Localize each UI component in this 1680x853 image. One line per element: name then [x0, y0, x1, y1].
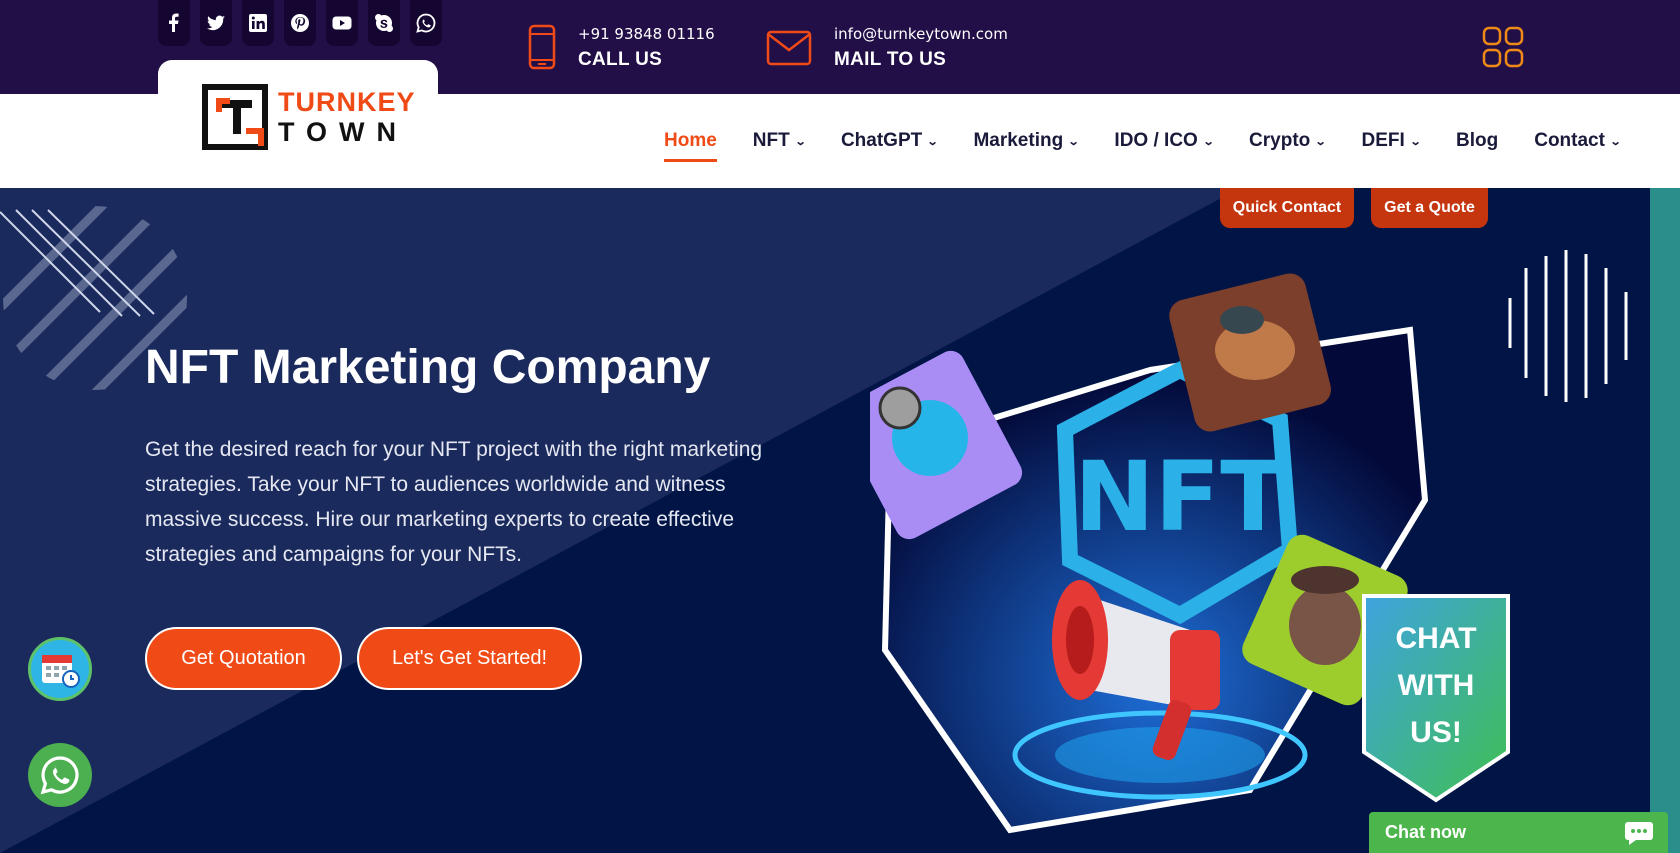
- chevron-down-icon: ⌄: [1314, 135, 1327, 148]
- chevron-down-icon: ⌄: [1067, 135, 1080, 148]
- nav-label: Marketing: [973, 130, 1064, 151]
- nav-item-nft[interactable]: NFT ⌄: [752, 130, 807, 152]
- right-edge-strip: [1650, 188, 1680, 853]
- nav-item-ido-ico[interactable]: IDO / ICO ⌄: [1114, 130, 1215, 152]
- nav-item-crypto[interactable]: Crypto ⌄: [1249, 130, 1327, 152]
- hero-description: Get the desired reach for your NFT proje…: [145, 438, 763, 566]
- nav-label: NFT: [752, 130, 790, 151]
- social-links: [158, 0, 442, 46]
- logo-container: TURNKEY TOWN: [158, 60, 438, 188]
- hero-title: NFT Marketing Company: [145, 341, 711, 394]
- turnkey-town-logo[interactable]: TURNKEY TOWN: [202, 84, 416, 150]
- chat-badge-line: WITH: [1398, 669, 1475, 702]
- phone-icon: [528, 22, 556, 72]
- nft-logo-text: NFT: [1074, 441, 1285, 553]
- nav-label: DEFI: [1361, 130, 1405, 151]
- nav-label: Blog: [1456, 130, 1499, 151]
- get-a-quote-button[interactable]: Get a Quote: [1371, 188, 1488, 228]
- skype-icon[interactable]: [368, 0, 400, 46]
- chat-now-bar[interactable]: Chat now: [1369, 812, 1668, 853]
- apps-grid-icon[interactable]: [1482, 26, 1524, 73]
- nav-item-blog[interactable]: Blog: [1456, 130, 1498, 152]
- chevron-down-icon: ⌄: [1202, 135, 1215, 148]
- chevron-down-icon: ⌄: [1609, 135, 1622, 148]
- twitter-icon[interactable]: [200, 0, 232, 46]
- nav-label: IDO / ICO: [1114, 130, 1198, 151]
- chat-badge-line: US!: [1410, 716, 1462, 749]
- vertical-lines-decoration: [1508, 250, 1628, 402]
- whatsapp-icon: [40, 756, 79, 795]
- mail-to-us-label: MAIL TO US: [834, 49, 947, 70]
- main-menu: Home NFT ⌄ ChatGPT ⌄ Marketing ⌄ IDO / ICO ⌄…: [664, 130, 1656, 162]
- nav-item-contact[interactable]: Contact ⌄: [1534, 130, 1622, 152]
- nav-item-marketing[interactable]: Marketing ⌄: [973, 130, 1080, 152]
- chat-with-us-badge[interactable]: CHAT WITH US!: [1360, 592, 1512, 804]
- call-us-block[interactable]: +91 93848 01116 CALL US: [528, 22, 715, 72]
- pinterest-icon[interactable]: [284, 0, 316, 46]
- quick-contact-button[interactable]: Quick Contact: [1220, 188, 1354, 228]
- nav-item-chatgpt[interactable]: ChatGPT ⌄: [840, 130, 939, 152]
- whatsapp-chat-button[interactable]: [28, 743, 92, 807]
- lets-get-started-button[interactable]: Let's Get Started!: [357, 627, 582, 690]
- nav-label: Home: [664, 130, 717, 151]
- nav-label: Contact: [1534, 130, 1605, 151]
- chevron-down-icon: ⌄: [1409, 135, 1422, 148]
- nav-label: ChatGPT: [840, 130, 923, 151]
- facebook-icon[interactable]: [158, 0, 190, 46]
- calendar-icon: [42, 655, 80, 688]
- logo-text-turnkey: TURNKEY: [278, 87, 416, 117]
- nav-item-defi[interactable]: DEFI ⌄: [1361, 130, 1422, 152]
- chat-now-label: Chat now: [1385, 822, 1466, 842]
- chevron-down-icon: ⌄: [926, 135, 939, 148]
- chat-bubble-icon: [1624, 820, 1654, 851]
- phone-number: +91 93848 01116: [578, 25, 715, 43]
- whatsapp-icon[interactable]: [410, 0, 442, 46]
- mail-icon: [766, 30, 812, 66]
- mail-us-block[interactable]: info@turnkeytown.com MAIL TO US: [766, 22, 1008, 71]
- call-us-label: CALL US: [578, 49, 663, 70]
- nav-item-home[interactable]: Home: [664, 130, 717, 162]
- calendar-booking-button[interactable]: [28, 637, 92, 701]
- logo-mark-icon: [202, 84, 268, 150]
- chevron-down-icon: ⌄: [794, 135, 807, 148]
- youtube-icon[interactable]: [326, 0, 358, 46]
- linkedin-icon[interactable]: [242, 0, 274, 46]
- nav-label: Crypto: [1249, 130, 1311, 151]
- logo-text-town: TOWN: [278, 117, 408, 147]
- chat-badge-line: CHAT: [1395, 622, 1476, 655]
- get-quotation-button[interactable]: Get Quotation: [145, 627, 342, 690]
- mail-address: info@turnkeytown.com: [834, 25, 1008, 43]
